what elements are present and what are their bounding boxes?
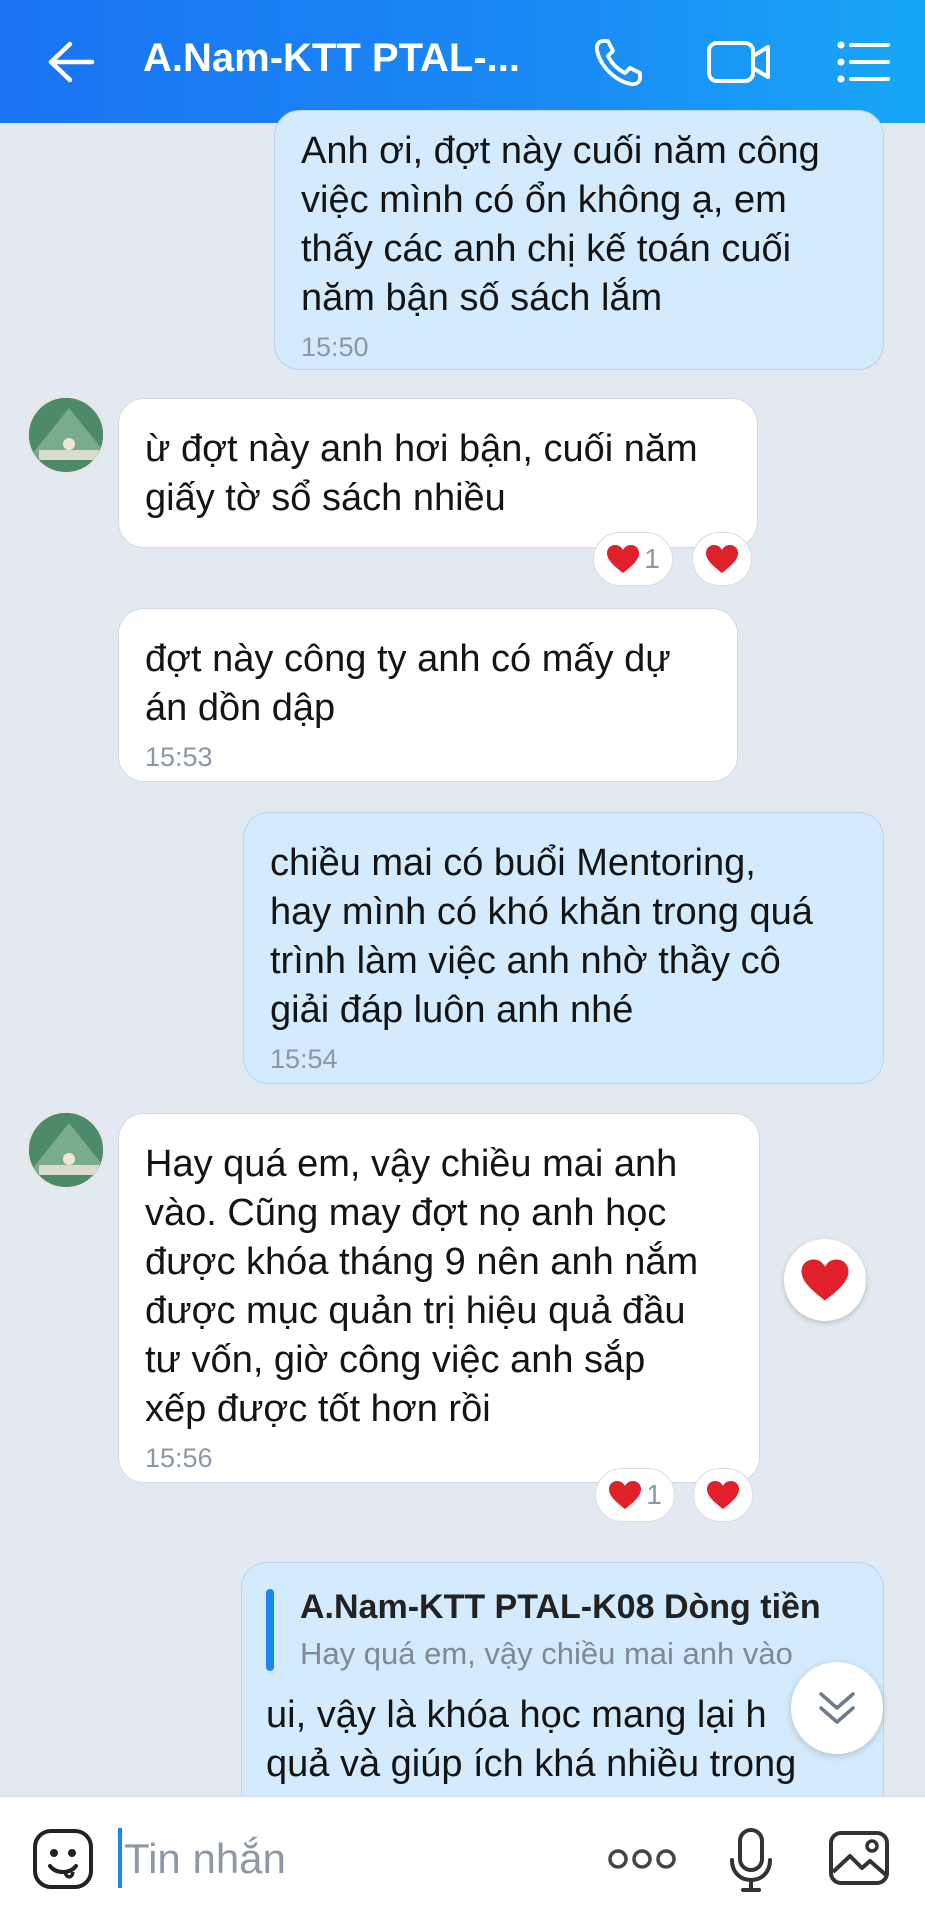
- video-call-button[interactable]: [703, 32, 775, 92]
- message-text: Hay quá em, vậy chiều mai anh: [145, 1143, 678, 1185]
- more-options-icon: [608, 1849, 676, 1869]
- message-text: vào. Cũng may đợt nọ anh học: [145, 1192, 667, 1234]
- react-button[interactable]: [784, 1239, 866, 1321]
- avatar[interactable]: [26, 1110, 106, 1190]
- message-bubble-outgoing[interactable]: Anh ơi, đợt này cuối năm công việc mình …: [274, 110, 884, 370]
- quote-bar: [266, 1589, 274, 1671]
- message-text: năm bận số sách lắm: [301, 277, 663, 319]
- message-text: chiều mai có buổi Mentoring,: [270, 842, 756, 884]
- back-button[interactable]: [36, 30, 106, 94]
- message-bubble-outgoing[interactable]: chiều mai có buổi Mentoring, hay mình có…: [243, 812, 884, 1084]
- quoted-author: A.Nam-KTT PTAL-K08 Dòng tiền: [300, 1588, 821, 1626]
- message-text: trình làm việc anh nhờ thầy cô: [270, 940, 781, 982]
- message-bubble-incoming[interactable]: đợt này công ty anh có mấy dự án dồn dập…: [118, 608, 738, 782]
- message-text: ừ đợt này anh hơi bận, cuối năm: [145, 428, 698, 470]
- chat-header: A.Nam-KTT PTAL-...: [0, 0, 925, 123]
- message-bubble-incoming[interactable]: ừ đợt này anh hơi bận, cuối năm giấy tờ …: [118, 398, 758, 548]
- heart-icon: [609, 1481, 642, 1509]
- double-chevron-down-icon: [819, 1692, 855, 1724]
- message-bubble-incoming[interactable]: Hay quá em, vậy chiều mai anh vào. Cũng …: [118, 1113, 760, 1483]
- message-input[interactable]: [124, 1829, 564, 1889]
- reaction-summary[interactable]: 1: [595, 1468, 675, 1522]
- heart-icon: [801, 1259, 849, 1301]
- message-text: giấy tờ sổ sách nhiều: [145, 477, 506, 519]
- heart-icon: [707, 1481, 739, 1509]
- message-text: giải đáp luôn anh nhé: [270, 989, 634, 1031]
- message-text: hay mình có khó khăn trong quá: [270, 891, 813, 933]
- quoted-text: Hay quá em, vậy chiều mai anh vào: [300, 1636, 793, 1671]
- message-text: được mục quản trị hiệu quả đầu: [145, 1290, 686, 1332]
- reaction-count: 1: [646, 1479, 662, 1510]
- microphone-icon: [730, 1828, 772, 1892]
- video-camera-icon: [707, 41, 770, 83]
- react-button[interactable]: [693, 1468, 753, 1522]
- heart-icon: [706, 545, 738, 573]
- message-text: tư vốn, giờ công việc anh sắp: [145, 1339, 646, 1381]
- message-time: 15:53: [145, 742, 213, 772]
- text-caret: [118, 1828, 122, 1888]
- message-text: Anh ơi, đợt này cuối năm công: [301, 130, 820, 172]
- image-picker-button[interactable]: [826, 1828, 892, 1888]
- image-icon: [829, 1831, 889, 1885]
- sticker-button[interactable]: [30, 1826, 96, 1892]
- heart-icon: [607, 545, 640, 573]
- message-text: quả và giúp ích khá nhiều trong: [266, 1743, 797, 1785]
- message-text: xếp được tốt hơn rồi: [145, 1388, 491, 1430]
- reaction-count: 1: [644, 543, 660, 574]
- message-text: ui, vậy là khóa học mang lại h: [266, 1694, 767, 1736]
- voice-call-button[interactable]: [585, 30, 651, 96]
- voice-record-button[interactable]: [722, 1826, 780, 1894]
- message-text: thấy các anh chị kế toán cuối: [301, 228, 792, 270]
- sticker-icon: [33, 1829, 93, 1889]
- phone-icon: [594, 39, 642, 87]
- message-time: 15:50: [301, 332, 369, 362]
- scroll-to-bottom-button[interactable]: [791, 1662, 883, 1754]
- chat-options-button[interactable]: [832, 32, 894, 92]
- conversation-title[interactable]: A.Nam-KTT PTAL-...: [143, 36, 523, 81]
- avatar[interactable]: [26, 395, 106, 475]
- message-time: 15:54: [270, 1044, 338, 1074]
- message-text: án dồn dập: [145, 687, 336, 729]
- reaction-summary[interactable]: 1: [593, 532, 673, 586]
- list-menu-icon: [837, 41, 890, 83]
- message-text: được khóa tháng 9 nên anh nắm: [145, 1241, 699, 1283]
- react-button[interactable]: [692, 532, 752, 586]
- message-text: việc mình có ổn không ạ, em: [301, 179, 787, 221]
- more-options-button[interactable]: [606, 1838, 678, 1880]
- back-arrow-icon: [48, 41, 95, 83]
- message-text: đợt này công ty anh có mấy dự: [145, 638, 671, 680]
